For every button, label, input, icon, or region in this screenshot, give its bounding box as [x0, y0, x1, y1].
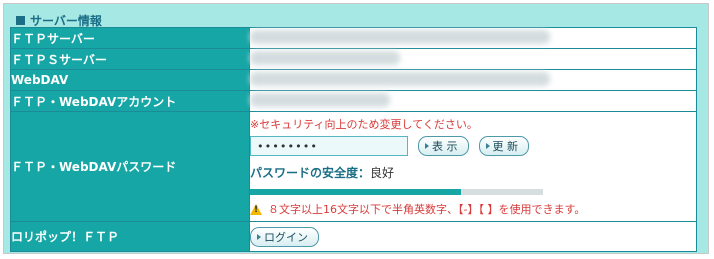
- ftp-server-label: ＦＴＰサーバー: [10, 27, 250, 49]
- redacted-value: [250, 71, 550, 86]
- lolipop-ftp-value: ログイン: [249, 221, 697, 252]
- webdav-label: WebDAV: [10, 69, 250, 91]
- password-row: ＦＴＰ・WebDAVパスワード ※セキュリティ向上のため変更してください。 表 …: [10, 111, 697, 222]
- redacted-value: [250, 50, 400, 65]
- lolipop-ftp-row: ロリポップ！ＦＴＰ ログイン: [10, 221, 697, 252]
- strength-value: 良好: [370, 166, 395, 180]
- security-notice: ※セキュリティ向上のため変更してください。: [250, 118, 478, 131]
- warning-icon: [250, 203, 262, 215]
- strength-bar-fill: [250, 189, 461, 195]
- redacted-value: [250, 29, 550, 44]
- redacted-value: [250, 92, 390, 107]
- password-label: ＦＴＰ・WebDAVパスワード: [10, 111, 250, 222]
- password-strength: パスワードの安全度：良好: [250, 164, 696, 181]
- ftp-server-row: ＦＴＰサーバー: [10, 27, 697, 49]
- password-rule-warning: ８文字以上16文字以下で半角英数字、【-】【 】を使用できます。: [250, 201, 696, 217]
- update-button[interactable]: 更 新: [478, 136, 529, 156]
- lolipop-ftp-label: ロリポップ！ＦＴＰ: [10, 221, 250, 252]
- square-bullet-icon: [16, 16, 25, 25]
- play-arrow-icon: [485, 143, 490, 149]
- show-button[interactable]: 表 示: [418, 136, 469, 156]
- login-button[interactable]: ログイン: [250, 226, 319, 247]
- ftps-server-label: ＦＴＰＳサーバー: [10, 48, 250, 70]
- password-value: ※セキュリティ向上のため変更してください。 表 示 更 新 パスワードの安全度：…: [249, 111, 697, 222]
- show-button-label: 表 示: [432, 140, 458, 153]
- warning-text: ８文字以上16文字以下で半角英数字、【-】【 】を使用できます。: [268, 203, 586, 216]
- ftps-server-value: [249, 48, 697, 70]
- play-arrow-icon: [257, 233, 261, 240]
- webdav-value: [249, 69, 697, 91]
- login-button-label: ログイン: [264, 230, 308, 244]
- account-row: ＦＴＰ・WebDAVアカウント: [10, 90, 697, 112]
- account-value: [249, 90, 697, 112]
- account-label: ＦＴＰ・WebDAVアカウント: [10, 90, 250, 112]
- server-info-table: ＦＴＰサーバー ＦＴＰＳサーバー WebDAV ＦＴＰ・WebDAVアカウント …: [10, 27, 697, 252]
- strength-label: パスワードの安全度：: [250, 166, 371, 180]
- ftp-server-value: [249, 27, 697, 49]
- webdav-row: WebDAV: [10, 69, 697, 91]
- password-field[interactable]: [250, 136, 408, 156]
- play-arrow-icon: [425, 143, 429, 149]
- update-button-label: 更 新: [492, 140, 519, 153]
- strength-bar: [250, 189, 543, 195]
- ftps-server-row: ＦＴＰＳサーバー: [10, 48, 697, 70]
